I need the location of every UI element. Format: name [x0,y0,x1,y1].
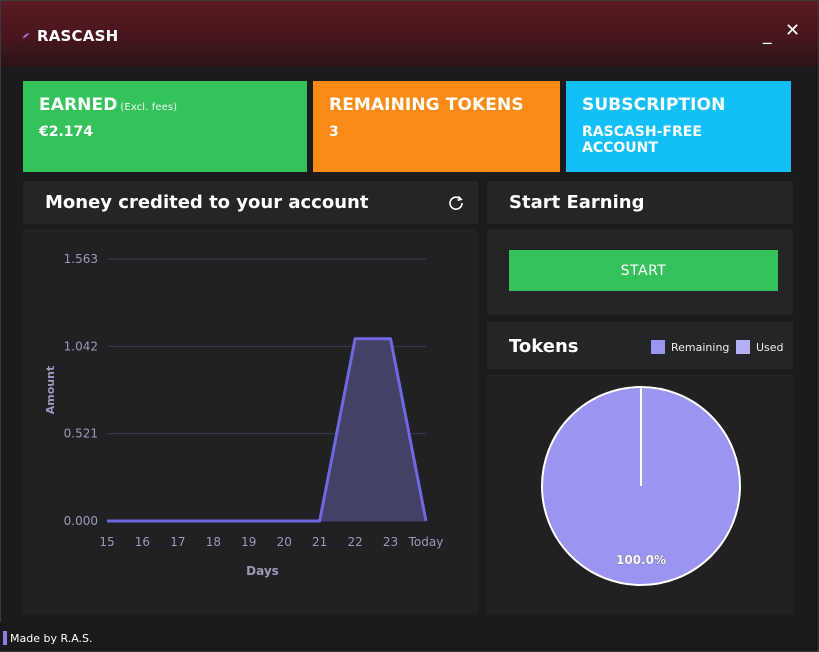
x-tick-label: 18 [206,535,221,549]
y-tick-label: 0.521 [64,427,98,441]
legend-swatch-remaining [651,340,665,354]
start-button[interactable]: START [509,250,778,291]
footer-accent [3,631,7,645]
lightning-icon [20,28,32,42]
x-tick-label: 20 [277,535,292,549]
x-tick-label: 17 [170,535,185,549]
earned-card: EARNED (Excl. fees) €2.174 [23,81,307,172]
legend-swatch-used [736,340,750,354]
subscription-value: RASCASH-FREE ACCOUNT [582,124,702,156]
subscription-card: SUBSCRIPTION RASCASH-FREE ACCOUNT [566,81,791,172]
x-tick-label: 15 [99,535,114,549]
x-tick-label: 21 [312,535,327,549]
money-panel-header: Money credited to your account [23,181,478,224]
start-panel-title: Start Earning [509,192,645,213]
remaining-tokens-title: REMAINING TOKENS [329,95,524,115]
x-tick-label: 23 [383,535,398,549]
y-axis-label: Amount [44,366,57,414]
legend-item-used[interactable]: Used [736,340,784,354]
earned-title-row: EARNED (Excl. fees) [39,95,291,115]
subscription-title: SUBSCRIPTION [582,95,726,115]
x-tick-label: 22 [347,535,362,549]
legend-item-remaining[interactable]: Remaining [651,340,729,354]
money-chart-panel: 0.000 0.521 1.042 1.563 15 16 17 18 19 20 21 22 23 To… [23,229,478,615]
legend-label-remaining: Remaining [671,340,730,354]
money-panel-title: Money credited to your account [45,192,369,213]
tokens-pie-chart: 100.0% [541,386,741,586]
x-axis-label: Days [246,564,279,578]
footer [0,622,817,651]
title-bar[interactable]: RASCASH _ ✕ [1,1,818,67]
y-tick-label: 0.000 [64,514,98,528]
footer-text: Made by R.A.S. [10,632,93,645]
money-chart: 0.000 0.521 1.042 1.563 15 16 17 18 19 20 21 22 23 To… [44,252,444,578]
earned-note: (Excl. fees) [120,102,178,113]
y-tick-label: 1.042 [64,339,98,353]
refresh-icon[interactable] [448,195,464,211]
remaining-tokens-value: 3 [329,124,339,140]
tokens-chart-panel: 100.0% [487,374,793,615]
area-fill [107,338,426,521]
x-tick-label: 19 [241,535,256,549]
legend-label-used: Used [756,340,784,354]
x-tick-label: 16 [135,535,150,549]
minimize-button[interactable]: _ [763,25,772,45]
pie-slice-label: 100.0% [616,553,666,567]
start-panel-header: Start Earning [487,181,793,224]
earned-title: EARNED [39,95,118,115]
close-button[interactable]: ✕ [785,21,800,41]
y-tick-label: 1.563 [64,252,98,266]
remaining-tokens-card: REMAINING TOKENS 3 [313,81,560,172]
app-title: RASCASH [37,27,119,45]
x-tick-label: Today [408,535,444,549]
tokens-panel-title: Tokens [509,336,579,357]
earned-value: €2.174 [39,124,94,140]
